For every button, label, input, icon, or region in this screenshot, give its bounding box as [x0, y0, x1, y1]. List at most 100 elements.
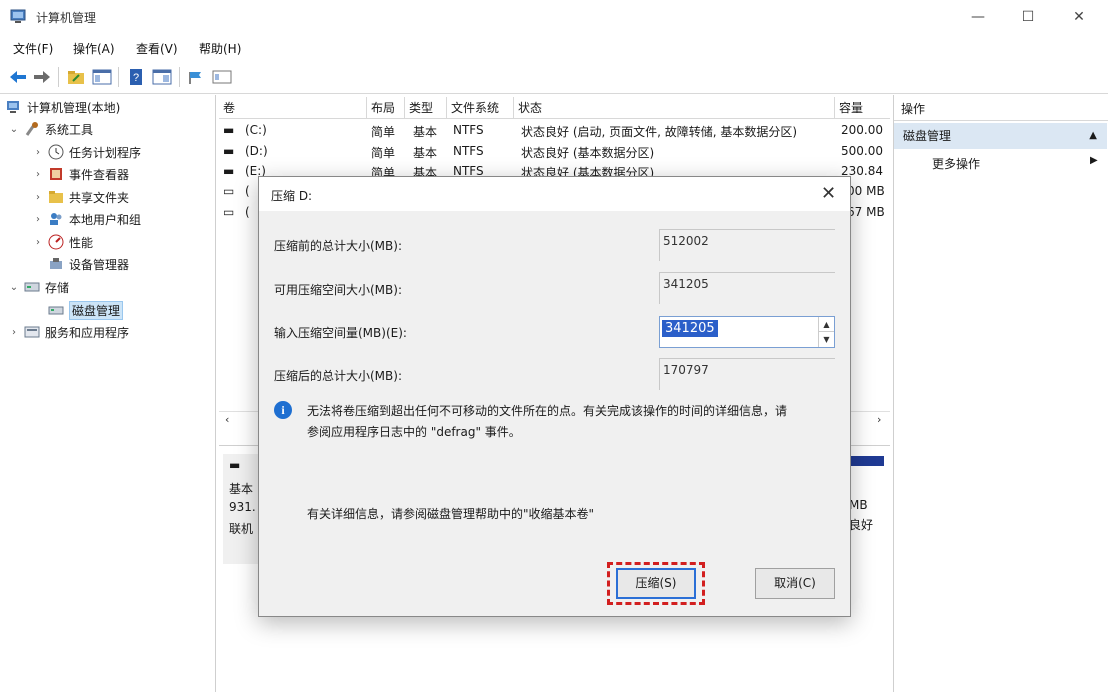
- tools-icon: [25, 122, 38, 136]
- arrow-right-icon: [34, 71, 50, 83]
- volume-icon: ▬: [223, 164, 235, 178]
- cell-layout: 简单: [371, 146, 396, 160]
- volume-list-header: 卷 布局 类型 文件系统 状态 容量: [219, 97, 890, 119]
- cell-capacity: 200.00: [841, 123, 883, 137]
- shared-folder-icon: [49, 191, 63, 203]
- col-volume[interactable]: 卷: [219, 97, 367, 119]
- tree-item-performance[interactable]: › 性能: [32, 232, 93, 252]
- col-status[interactable]: 状态: [514, 97, 835, 119]
- maximize-button[interactable]: ☐: [1005, 0, 1051, 34]
- dialog-title-bar: 压缩 D: ✕: [259, 177, 850, 211]
- tree-label: 系统工具: [45, 122, 94, 137]
- table-row[interactable]: ▬ (C:) 简单 基本 NTFS 状态良好 (启动, 页面文件, 故障转储, …: [219, 120, 890, 141]
- computer-management-icon: [10, 9, 26, 23]
- disk-info-panel[interactable]: ▬ 基本 931. 联机: [223, 454, 261, 564]
- tree-item-event-viewer[interactable]: › 事件查看器: [32, 164, 129, 184]
- info-line-1: 无法将卷压缩到超出任何不可移动的文件所在的点。有关完成该操作的时间的详细信息，请: [307, 404, 788, 418]
- chevron-up-icon[interactable]: ▲: [1089, 123, 1097, 149]
- chevron-right-icon[interactable]: ›: [32, 214, 44, 225]
- chevron-down-icon[interactable]: ⌄: [8, 282, 20, 293]
- menu-file[interactable]: 文件(F): [13, 40, 53, 57]
- tree-item-shared-folders[interactable]: › 共享文件夹: [32, 187, 129, 207]
- cell-capacity: 67 MB: [847, 205, 885, 219]
- tree-label: 服务和应用程序: [45, 325, 130, 340]
- chevron-right-icon[interactable]: ▶: [1090, 155, 1098, 166]
- col-layout[interactable]: 布局: [367, 97, 405, 119]
- col-type[interactable]: 类型: [405, 97, 447, 119]
- cell-volume: (C:): [245, 123, 267, 137]
- computer-management-icon: [7, 101, 19, 113]
- tree-item-task-scheduler[interactable]: › 任务计划程序: [32, 142, 141, 162]
- stepper-up-icon[interactable]: ▲: [819, 317, 834, 332]
- cell-volume: (: [245, 205, 250, 219]
- maximize-icon: ☐: [1021, 9, 1035, 25]
- chevron-right-icon[interactable]: ›: [8, 327, 20, 338]
- total-size-label: 压缩前的总计大小(MB):: [274, 239, 402, 253]
- close-button[interactable]: ✕: [1056, 0, 1102, 34]
- clock-icon: [48, 144, 64, 160]
- back-button[interactable]: [8, 67, 28, 87]
- actions-header: 操作: [894, 97, 1108, 121]
- show-action-pane-button[interactable]: [152, 67, 172, 87]
- partition-size-text: MB: [849, 498, 868, 512]
- tree-item-system-tools[interactable]: ⌄ 系统工具: [8, 119, 93, 139]
- menu-action[interactable]: 操作(A): [73, 40, 115, 57]
- shrink-amount-stepper[interactable]: 341205 ▲ ▼: [659, 316, 835, 348]
- col-filesystem[interactable]: 文件系统: [447, 97, 514, 119]
- storage-icon: [24, 282, 40, 292]
- available-space-value: 341205: [659, 272, 835, 304]
- tree-label: 任务计划程序: [69, 145, 142, 160]
- tree-item-disk-management[interactable]: 磁盘管理: [48, 300, 124, 320]
- tree-label: 磁盘管理: [69, 300, 124, 320]
- forward-button[interactable]: [32, 67, 52, 87]
- users-icon: [50, 213, 62, 225]
- shrink-button[interactable]: 压缩(S): [616, 568, 696, 599]
- flag-icon: [189, 72, 201, 84]
- chevron-right-icon[interactable]: ›: [32, 169, 44, 180]
- actions-section-label: 磁盘管理: [903, 129, 952, 143]
- info-message: 无法将卷压缩到超出任何不可移动的文件所在的点。有关完成该操作的时间的详细信息，请…: [307, 401, 847, 443]
- scroll-right-icon[interactable]: ›: [877, 413, 881, 426]
- tree-item-device-manager[interactable]: 设备管理器: [48, 254, 129, 274]
- arrow-left-icon: [10, 71, 26, 83]
- cell-filesystem: NTFS: [453, 144, 484, 158]
- cancel-button[interactable]: 取消(C): [755, 568, 835, 599]
- actions-section-disk-management[interactable]: 磁盘管理 ▲: [894, 123, 1107, 149]
- up-folder-button[interactable]: [66, 67, 86, 87]
- title-bar: 计算机管理 — ☐ ✕: [0, 0, 1108, 36]
- list-view-button[interactable]: [212, 67, 232, 87]
- services-icon: [24, 326, 40, 338]
- partition-header-bar: [847, 456, 884, 466]
- tree-item-local-users[interactable]: › 本地用户和组: [32, 209, 141, 229]
- folder-icon: [68, 71, 84, 84]
- menu-view[interactable]: 查看(V): [136, 40, 178, 57]
- list-view-icon: [212, 70, 232, 84]
- properties-button[interactable]: [186, 67, 206, 87]
- chevron-down-icon[interactable]: ⌄: [8, 124, 20, 135]
- chevron-right-icon[interactable]: ›: [32, 192, 44, 203]
- shrink-amount-input[interactable]: 341205: [662, 320, 718, 337]
- dialog-close-icon[interactable]: ✕: [821, 183, 836, 204]
- table-row[interactable]: ▬ (D:) 简单 基本 NTFS 状态良好 (基本数据分区) 500.00: [219, 141, 890, 162]
- minimize-button[interactable]: —: [955, 0, 1001, 34]
- tree-label: 存储: [45, 280, 70, 295]
- stepper-down-icon[interactable]: ▼: [819, 332, 834, 347]
- col-capacity[interactable]: 容量: [835, 97, 890, 119]
- scroll-left-icon[interactable]: ‹: [225, 413, 229, 426]
- cell-status: 状态良好 (启动, 页面文件, 故障转储, 基本数据分区): [521, 125, 798, 139]
- cell-status: 状态良好 (基本数据分区): [521, 146, 655, 160]
- tree-label: 性能: [69, 235, 94, 250]
- after-size-value: 170797: [659, 358, 835, 390]
- help-button[interactable]: ?: [126, 67, 146, 87]
- disk-size-label: 931.: [229, 500, 256, 514]
- menu-help[interactable]: 帮助(H): [199, 40, 241, 57]
- chevron-right-icon[interactable]: ›: [32, 147, 44, 158]
- tree-item-storage[interactable]: ⌄ 存储: [8, 277, 69, 297]
- chevron-right-icon[interactable]: ›: [32, 237, 44, 248]
- svg-text:?: ?: [133, 72, 139, 84]
- disk-management-icon: [48, 306, 64, 315]
- show-hide-console-tree-button[interactable]: [92, 67, 112, 87]
- tree-item-services-apps[interactable]: › 服务和应用程序: [8, 322, 129, 342]
- tree-item-root[interactable]: 计算机管理(本地): [6, 97, 120, 117]
- more-actions-link[interactable]: 更多操作: [932, 155, 980, 172]
